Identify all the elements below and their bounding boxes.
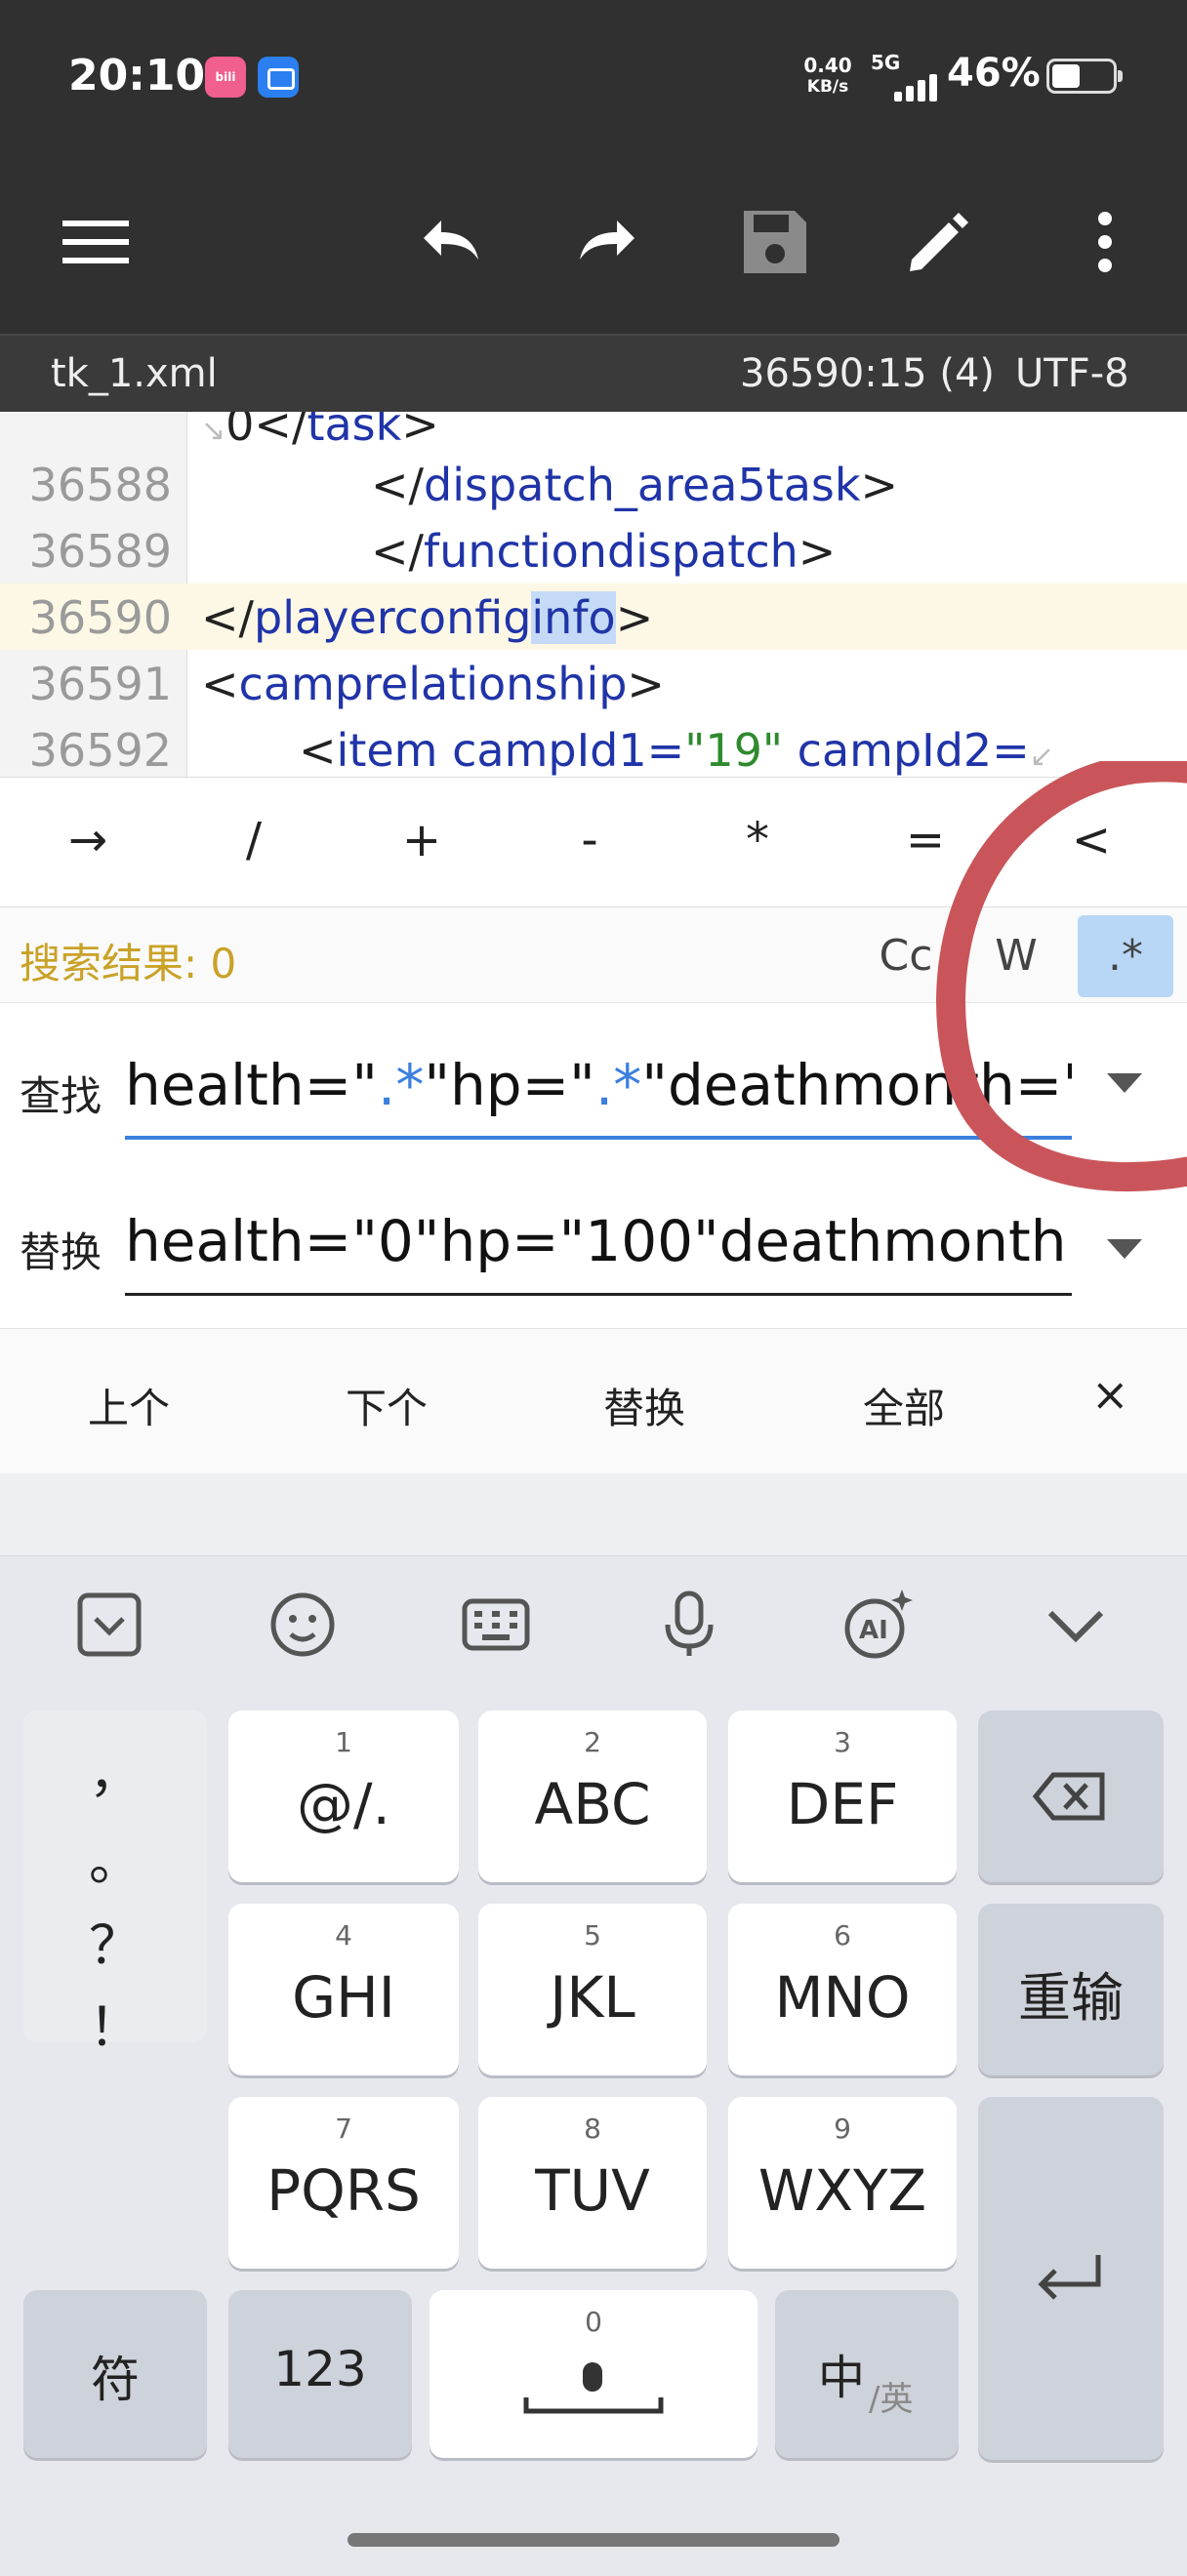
replace-row: 替换 health="0"hp="100"deathmonth= — [0, 1169, 1187, 1329]
bilibili-notification-icon: bili — [205, 57, 246, 98]
code-editor[interactable]: ↘0</task> 36588 </dispatch_area5task> 36… — [0, 412, 1187, 777]
file-info-bar: tk_1.xml 36590:15 (4) UTF-8 — [0, 334, 1187, 412]
symbol-equals-key[interactable]: = — [877, 813, 974, 867]
replace-label: 替换 — [20, 1228, 102, 1276]
symbol-minus-key[interactable]: - — [541, 813, 638, 867]
status-bar: 20:10 bili 0.40 KB/s 5G 46% — [0, 0, 1187, 156]
punctuation-column[interactable]: ， 。 ？ ！ — [23, 1711, 207, 2058]
editor-toolbar — [0, 156, 1187, 334]
battery-icon — [1046, 59, 1123, 94]
ai-icon[interactable]: AI — [839, 1586, 918, 1664]
key-8[interactable]: 8 TUV — [478, 2097, 707, 2269]
enter-key[interactable] — [978, 2097, 1164, 2460]
exclamation-key[interactable]: ！ — [23, 1984, 207, 2061]
code-text: <camprelationship> — [201, 658, 665, 710]
file-name[interactable]: tk_1.xml — [51, 351, 218, 396]
line-number: 36588 — [28, 459, 172, 511]
search-action-bar: 上个 下个 替换 全部 × — [0, 1329, 1187, 1473]
hide-keyboard-icon[interactable] — [1037, 1586, 1115, 1664]
code-line[interactable]: 36592 <item campId1="19" campId2=↙ — [0, 716, 1187, 777]
keyboard-spacer — [0, 1473, 1187, 1555]
search-header: 搜索结果: 0 Cc W .* — [0, 907, 1187, 1003]
symbol-slash-key[interactable]: / — [205, 813, 303, 867]
reset-key[interactable]: 重输 — [978, 1904, 1164, 2075]
key-1[interactable]: 1 @/. — [228, 1711, 459, 1882]
find-input[interactable]: health=".*"hp=".*"deathmonth=". — [125, 1052, 1072, 1140]
key-5[interactable]: 5 JKL — [478, 1904, 707, 2075]
symbol-key[interactable]: 符 — [23, 2290, 207, 2458]
next-match-button[interactable]: 下个 — [308, 1376, 465, 1435]
keyboard-icon[interactable] — [457, 1586, 535, 1664]
symbol-bar: → / + - * = < — [0, 777, 1187, 907]
code-text: ↘0</task> — [201, 412, 439, 451]
replace-input[interactable]: health="0"hp="100"deathmonth= — [125, 1208, 1072, 1296]
app-notification-icon — [258, 57, 299, 98]
edit-icon[interactable] — [900, 203, 978, 281]
code-line-current[interactable]: 36590 </playerconfiginfo> — [0, 584, 1187, 650]
code-line[interactable]: 36588 </dispatch_area5task> — [0, 451, 1187, 517]
more-icon[interactable] — [1066, 203, 1144, 281]
line-number: 36592 — [28, 724, 172, 777]
mic-icon[interactable] — [650, 1586, 728, 1664]
code-text: </playerconfiginfo> — [201, 591, 654, 644]
redo-icon[interactable] — [572, 203, 650, 281]
clock: 20:10 — [68, 51, 206, 101]
period-key[interactable]: 。 — [23, 1818, 207, 1895]
collapse-icon[interactable] — [70, 1586, 148, 1664]
symbol-arrow-key[interactable]: → — [39, 813, 137, 867]
space-key[interactable]: 0 — [430, 2290, 757, 2458]
code-line[interactable]: 36591 <camprelationship> — [0, 650, 1187, 716]
find-history-dropdown-icon[interactable] — [1107, 1073, 1142, 1093]
question-key[interactable]: ？ — [23, 1902, 207, 1979]
comma-key[interactable]: ， — [23, 1730, 207, 1807]
signal-icon — [873, 68, 937, 101]
undo-icon[interactable] — [408, 203, 486, 281]
emoji-icon[interactable] — [264, 1586, 342, 1664]
code-text: </functiondispatch> — [371, 525, 837, 578]
symbol-less-than-key[interactable]: < — [1043, 813, 1140, 867]
find-row: 查找 health=".*"hp=".*"deathmonth=". — [0, 1003, 1187, 1169]
menu-icon[interactable] — [57, 203, 135, 281]
match-case-toggle[interactable]: Cc — [867, 915, 945, 997]
previous-match-button[interactable]: 上个 — [51, 1376, 207, 1435]
key-2[interactable]: 2 ABC — [478, 1711, 707, 1882]
symbol-plus-key[interactable]: + — [373, 813, 471, 867]
regex-toggle[interactable]: .* — [1078, 915, 1173, 997]
svg-text:AI: AI — [859, 1616, 888, 1645]
key-4[interactable]: 4 GHI — [228, 1904, 459, 2075]
close-search-button[interactable]: × — [1091, 1368, 1129, 1421]
line-number: 36589 — [28, 525, 172, 578]
code-line[interactable]: 36589 </functiondispatch> — [0, 517, 1187, 584]
network-speed: 0.40 KB/s — [803, 54, 852, 97]
code-text: <item campId1="19" campId2=↙ — [299, 724, 1054, 777]
ime-keyboard: AI ， 。 ？ ！ 1 @/. 2 ABC 3 DEF 4 GHI 5 JKL 6 MNO… — [0, 1555, 1187, 2576]
line-number: 36591 — [28, 658, 172, 710]
backspace-key[interactable] — [978, 1711, 1164, 1882]
replace-history-dropdown-icon[interactable] — [1107, 1239, 1142, 1259]
code-text: </dispatch_area5task> — [371, 459, 899, 511]
numeric-key[interactable]: 123 — [228, 2290, 412, 2458]
whole-word-toggle[interactable]: W — [974, 915, 1058, 997]
key-9[interactable]: 9 WXYZ — [728, 2097, 957, 2269]
cursor-position: 36590:15 (4) — [740, 351, 995, 396]
find-label: 查找 — [20, 1072, 102, 1120]
replace-button[interactable]: 替换 — [566, 1376, 722, 1435]
replace-all-button[interactable]: 全部 — [826, 1376, 982, 1435]
search-result-count: 搜索结果: 0 — [20, 940, 237, 987]
key-7[interactable]: 7 PQRS — [228, 2097, 459, 2269]
file-encoding[interactable]: UTF-8 — [1015, 351, 1129, 396]
key-6[interactable]: 6 MNO — [728, 1904, 957, 2075]
battery-percent: 46% — [947, 51, 1041, 96]
symbol-asterisk-key[interactable]: * — [709, 813, 806, 867]
line-number: 36590 — [28, 591, 172, 644]
key-3[interactable]: 3 DEF — [728, 1711, 957, 1882]
home-indicator[interactable] — [348, 2533, 839, 2547]
save-icon[interactable] — [736, 203, 814, 281]
language-switch-key[interactable]: 中 /英 — [775, 2290, 959, 2458]
